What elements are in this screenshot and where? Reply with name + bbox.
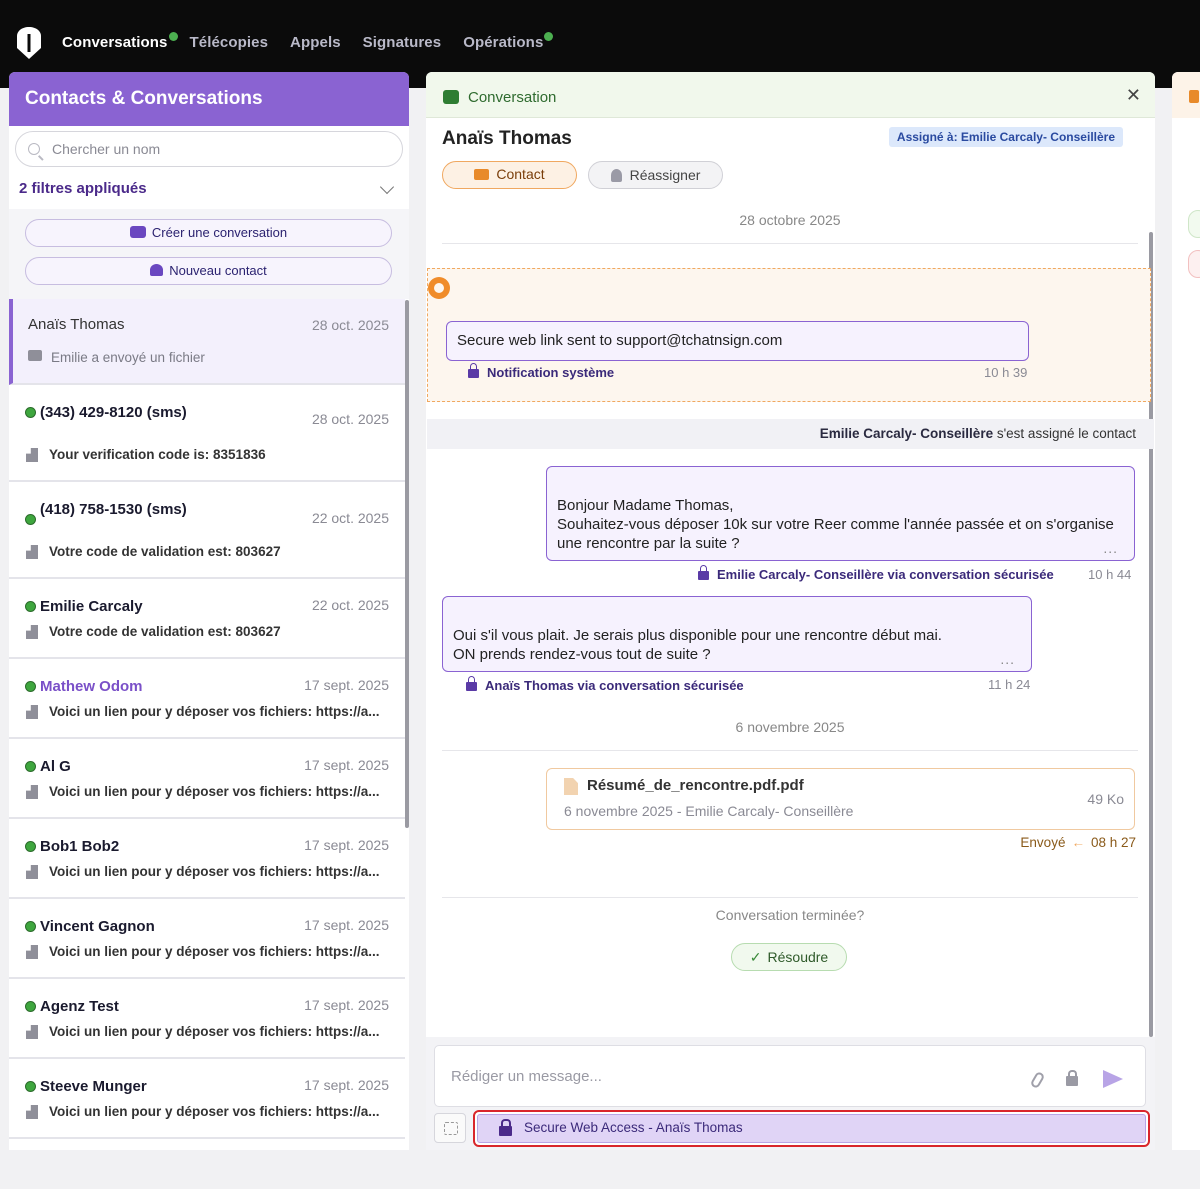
gear-icon [428, 277, 450, 299]
divider [442, 897, 1138, 898]
online-status-icon [25, 1081, 36, 1092]
resolve-button[interactable]: ✓ Résoudre [731, 943, 847, 971]
secure-web-access-button[interactable]: Secure Web Access - Anaïs Thomas [477, 1114, 1146, 1143]
sent-status: Envoyé ← 08 h 27 [1020, 835, 1136, 850]
conversation-header: Conversation ✕ [426, 72, 1155, 118]
nav-telecopies[interactable]: Télécopies [190, 34, 269, 51]
arrow-left-icon: ← [1071, 835, 1085, 850]
message-meta: Notification système [468, 363, 614, 380]
secure-web-access-highlight[interactable]: Secure Web Access - Anaïs Thomas [473, 1110, 1150, 1147]
date-separator: 28 octobre 2025 [442, 212, 1138, 244]
app-logo-icon[interactable] [16, 26, 42, 60]
panel-title: Contacts & Conversations [9, 72, 409, 126]
phone-icon [26, 865, 38, 879]
phone-icon [26, 545, 38, 559]
contact-details-panel [1172, 72, 1200, 1150]
online-status-icon [25, 921, 36, 932]
send-icon[interactable] [1103, 1070, 1123, 1088]
search-icon [28, 143, 40, 155]
contacts-panel: Contacts & Conversations Chercher un nom… [9, 72, 409, 1150]
lock-icon [468, 363, 479, 378]
nav-signatures[interactable]: Signatures [363, 34, 442, 51]
phone-icon [26, 1025, 38, 1039]
assignment-event: Emilie Carcaly- Conseillère s'est assign… [427, 419, 1154, 449]
filters-toggle[interactable]: 2 filtres appliqués [19, 180, 147, 197]
phone-icon [26, 705, 38, 719]
date-separator: 6 novembre 2025 [442, 719, 1138, 751]
contact-card-icon [1189, 90, 1199, 103]
phone-icon [26, 625, 38, 639]
contact-name: Anaïs Thomas [442, 128, 572, 149]
assigned-badge: Assigné à: Emilie Carcaly- Conseillère [888, 127, 1123, 147]
lock-icon[interactable] [1066, 1070, 1078, 1086]
more-options-icon[interactable]: ... [1103, 539, 1118, 558]
lock-icon [698, 565, 709, 580]
nav-operations[interactable]: Opérations [463, 32, 554, 51]
add-user-icon [150, 264, 164, 276]
search-input[interactable]: Chercher un nom [15, 131, 403, 167]
status-dot-icon [168, 32, 178, 41]
online-status-icon [25, 514, 36, 525]
message-meta: Anaïs Thomas via conversation sécurisée [466, 676, 744, 693]
reassign-button[interactable]: Réassigner [588, 161, 723, 189]
lock-icon [499, 1119, 512, 1136]
message-input[interactable]: Rédiger un message... [434, 1045, 1146, 1107]
search-placeholder: Chercher un nom [52, 141, 161, 157]
contact-card-icon [474, 169, 490, 180]
list-item[interactable]: Emilie Carcaly 22 oct. 2025 Votre code d… [9, 579, 405, 659]
list-item[interactable]: Vincent Gagnon 17 sept. 2025 Voici un li… [9, 899, 405, 979]
list-item[interactable]: Anaïs Thomas 28 oct. 2025 Emilie a envoy… [9, 299, 405, 385]
phone-icon [26, 448, 38, 462]
create-conversation-button[interactable]: Créer une conversation [25, 219, 392, 247]
online-status-icon [25, 761, 36, 772]
chevron-down-icon[interactable] [379, 179, 395, 195]
nav-appels[interactable]: Appels [290, 34, 341, 51]
conversation-panel: Conversation ✕ Anaïs Thomas Assigné à: E… [426, 72, 1155, 1150]
chat-icon [129, 226, 146, 238]
list-item[interactable]: (343) 429-8120 (sms) 28 oct. 2025 Your v… [9, 385, 405, 482]
online-status-icon [25, 841, 36, 852]
online-status-icon [25, 681, 36, 692]
system-message-bubble: Secure web link sent to support@tchatnsi… [446, 321, 1029, 361]
attach-icon[interactable] [1029, 1070, 1046, 1090]
system-notification: Secure web link sent to support@tchatnsi… [427, 268, 1151, 402]
status-dot-icon [544, 32, 554, 41]
conversation-ended-label: Conversation terminée? [715, 907, 865, 923]
list-item[interactable]: Bob1 Bob2 17 sept. 2025 Voici un lien po… [9, 819, 405, 899]
incoming-message: Oui s'il vous plait. Je serais plus disp… [442, 596, 1032, 672]
chat-icon [443, 90, 459, 104]
phone-icon [26, 945, 38, 959]
list-item[interactable]: Steeve Munger 17 sept. 2025 Voici un lie… [9, 1059, 405, 1139]
list-item[interactable]: Mathew Odom 17 sept. 2025 Voici un lien … [9, 659, 405, 739]
outgoing-message: Bonjour Madame Thomas, Souhaitez-vous dé… [546, 466, 1135, 561]
message-meta: Emilie Carcaly- Conseillère via conversa… [698, 565, 1054, 582]
file-icon [564, 778, 578, 795]
check-icon: ✓ [749, 949, 762, 965]
file-attachment[interactable]: Résumé_de_rencontre.pdf.pdf 6 novembre 2… [546, 768, 1135, 830]
pill-button[interactable] [1188, 250, 1200, 278]
pill-button[interactable] [1188, 210, 1200, 238]
composer-area: Rédiger un message... Secure Web Access … [426, 1037, 1155, 1150]
new-contact-button[interactable]: Nouveau contact [25, 257, 392, 285]
online-status-icon [25, 601, 36, 612]
phone-icon [26, 1105, 38, 1119]
online-status-icon [25, 407, 36, 418]
close-icon[interactable]: ✕ [1126, 85, 1141, 106]
chat-icon [28, 350, 42, 361]
nav-conversations[interactable]: Conversations [62, 32, 178, 51]
list-item[interactable]: Al G 17 sept. 2025 Voici un lien pour y … [9, 739, 405, 819]
phone-icon [26, 785, 38, 799]
actions-area: Créer une conversation Nouveau contact [9, 209, 409, 299]
online-status-icon [25, 1001, 36, 1012]
list-item[interactable]: (418) 758-1530 (sms) 22 oct. 2025 Votre … [9, 482, 405, 579]
user-icon [610, 169, 622, 182]
list-scrollbar[interactable] [405, 300, 409, 828]
lock-icon [466, 676, 477, 691]
template-icon[interactable] [434, 1113, 466, 1143]
list-item[interactable]: Agenz Test 17 sept. 2025 Voici un lien p… [9, 979, 405, 1059]
conversation-list: Anaïs Thomas 28 oct. 2025 Emilie a envoy… [9, 299, 405, 1139]
contact-button[interactable]: Contact [442, 161, 577, 189]
more-options-icon[interactable]: ... [1000, 650, 1015, 669]
